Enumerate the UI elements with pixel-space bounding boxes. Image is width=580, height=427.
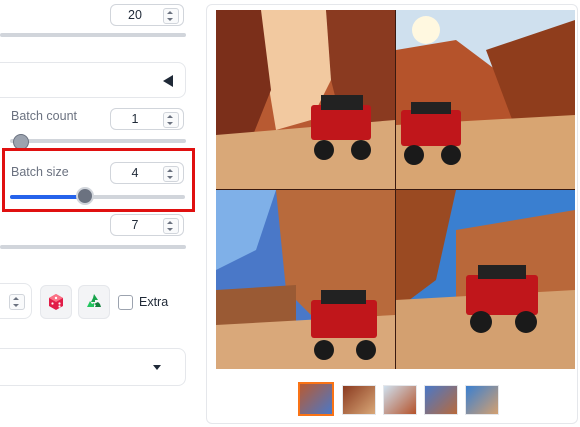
thumbnail-5[interactable] [465, 385, 499, 415]
extra-checkbox[interactable] [118, 295, 133, 310]
batch-count-slider-track[interactable] [10, 139, 186, 143]
top-number-value: 20 [128, 8, 142, 22]
thumbnail-4[interactable] [424, 385, 458, 415]
extra-label: Extra [139, 295, 169, 309]
batch-count-label: Batch count [11, 109, 78, 123]
thumbnail-1[interactable] [298, 382, 334, 416]
collapsible-section[interactable] [0, 62, 186, 98]
recycle-icon [87, 294, 101, 307]
thumbnail-3[interactable] [383, 385, 417, 415]
batch-size-slider-fill [10, 195, 86, 199]
gallery-image-2[interactable] [396, 10, 575, 189]
random-seed-button[interactable] [40, 285, 72, 319]
reuse-seed-button[interactable] [78, 285, 110, 319]
image-grid [216, 10, 575, 369]
cfg-slider-track[interactable] [0, 245, 186, 249]
batch-count-input[interactable]: 1 [110, 108, 184, 130]
batch-count-value: 1 [131, 112, 139, 126]
spinner-icon[interactable] [163, 166, 179, 182]
bottom-dropdown[interactable] [0, 348, 186, 386]
gallery-image-4[interactable] [396, 190, 575, 369]
dice-icon [49, 294, 63, 310]
thumbnail-2[interactable] [342, 385, 376, 415]
cfg-number-input[interactable]: 7 [110, 214, 184, 236]
top-number-input[interactable]: 20 [110, 4, 184, 26]
chevron-down-icon[interactable] [153, 365, 161, 370]
spinner-icon[interactable] [163, 218, 179, 234]
gallery-image-1[interactable] [216, 10, 395, 189]
batch-size-label: Batch size [11, 165, 69, 179]
cfg-number-value: 7 [131, 218, 139, 232]
top-slider-track[interactable] [0, 33, 186, 37]
batch-size-value: 4 [131, 166, 139, 180]
collapse-triangle-icon[interactable] [163, 75, 173, 87]
spinner-icon[interactable] [163, 112, 179, 128]
spinner-icon[interactable] [163, 8, 179, 24]
seed-row-box [0, 283, 32, 319]
batch-size-input[interactable]: 4 [110, 162, 184, 184]
spinner-icon[interactable] [9, 294, 25, 310]
gallery-image-3[interactable] [216, 190, 395, 369]
